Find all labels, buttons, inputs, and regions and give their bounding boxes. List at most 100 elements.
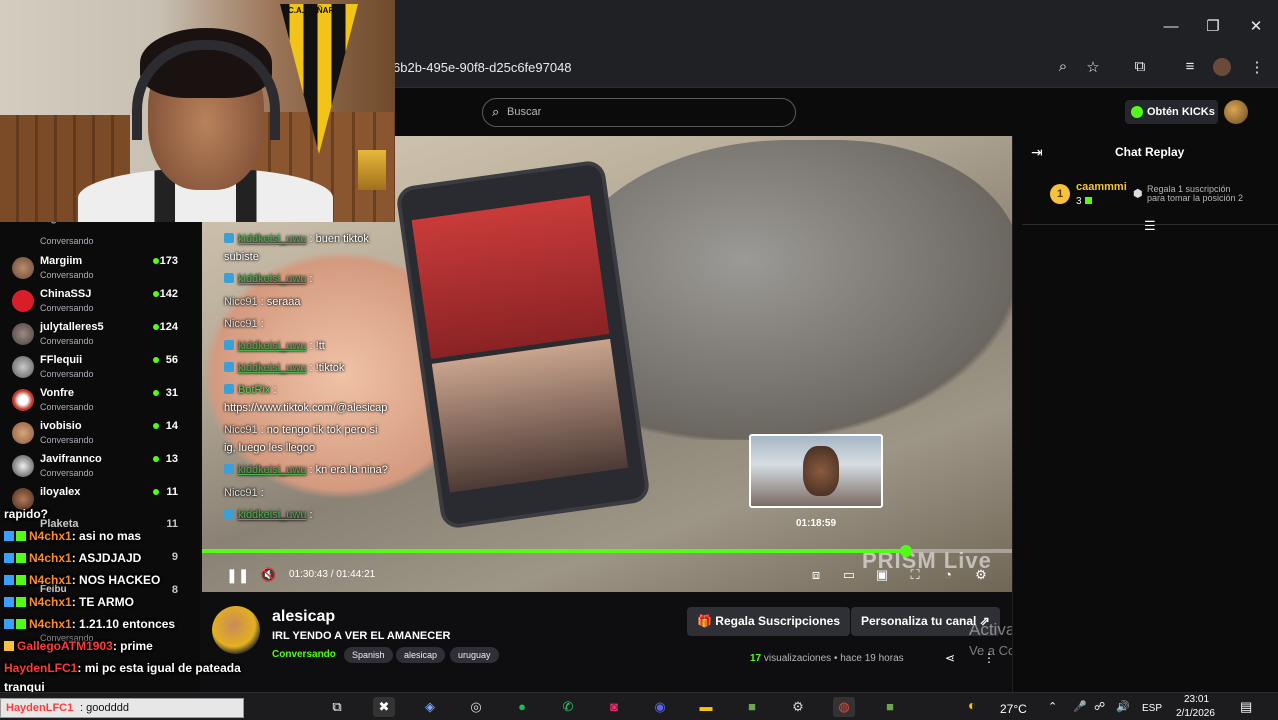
browser-menu-icon[interactable]: ⋮: [1246, 58, 1268, 78]
chat-input-user: HaydenLFC1: [6, 702, 74, 714]
minecraft-icon[interactable]: ■: [741, 697, 763, 717]
avatar[interactable]: [12, 257, 34, 279]
url-text[interactable]: 6b2b-495e-90f8-d25c6fe97048: [393, 60, 572, 75]
close-window-button[interactable]: ✕: [1241, 14, 1271, 40]
chat-input-text[interactable]: : goodddd: [80, 702, 129, 714]
share-icon[interactable]: ⋖: [945, 651, 955, 665]
sidebar-item-javifrannco[interactable]: Javifrannco: [40, 453, 102, 465]
sidebar-item-ivobisio[interactable]: ivobisio: [40, 420, 82, 432]
tag-chip[interactable]: Spanish: [344, 647, 393, 663]
xbox-icon[interactable]: ✖: [373, 697, 395, 717]
progress-bar-fill: [202, 549, 906, 553]
kick-coin-icon: [1084, 197, 1092, 204]
weather-temp[interactable]: 27°C: [1000, 702, 1027, 716]
video-chat-line: https://www.tiktok.com/@alesicap: [224, 402, 388, 414]
video-chat-line: Nicc91 : seraaa: [224, 296, 301, 308]
progress-bar-knob[interactable]: [899, 545, 912, 557]
file-explorer-icon[interactable]: ▬: [695, 697, 717, 717]
whatsapp-icon[interactable]: ✆: [557, 697, 579, 717]
seek-preview-time: 01:18:59: [796, 518, 837, 529]
streamer-name[interactable]: alesicap: [272, 608, 335, 626]
sidebar-item-sub: Conversando: [40, 369, 94, 379]
viewer-count: 142: [159, 288, 178, 300]
zoom-search-icon[interactable]: ⌕: [1052, 58, 1074, 78]
avatar[interactable]: [12, 290, 34, 312]
extensions-icon[interactable]: ⧉: [1129, 58, 1151, 78]
top-gifter-count: 3: [1076, 196, 1092, 207]
tag-chip[interactable]: alesicap: [396, 647, 446, 663]
avatar[interactable]: [12, 422, 34, 444]
search-placeholder: Buscar: [507, 106, 542, 118]
spotify-icon[interactable]: ●: [511, 697, 533, 717]
app-icon[interactable]: ◈: [419, 697, 441, 717]
get-kicks-button[interactable]: Obtén KICKs: [1125, 100, 1218, 124]
viewer-count: 31: [165, 387, 178, 399]
sidebar-item-sub: Conversando: [40, 435, 94, 445]
tag-chip[interactable]: uruguay: [450, 647, 499, 663]
tray-chevron-icon[interactable]: ⌃: [1048, 700, 1057, 713]
search-input[interactable]: ⌕ Buscar: [482, 98, 796, 127]
views-info: 17 visualizaciones • hace 19 horas: [750, 653, 904, 664]
viewer-count: 9: [171, 551, 178, 563]
weather-icon[interactable]: ◐: [968, 697, 976, 713]
taskbar-date[interactable]: 2/1/2026: [1176, 708, 1215, 719]
avatar[interactable]: [12, 356, 34, 378]
instagram-icon[interactable]: ◙: [603, 697, 625, 717]
gift-prompt-line2[interactable]: para tomar la posición 2: [1147, 193, 1243, 203]
mute-icon[interactable]: 🔇: [260, 567, 276, 583]
speed-icon[interactable]: ◔: [938, 567, 958, 582]
sidebar-item-iloyalex[interactable]: iloyalex: [40, 486, 80, 498]
chrome-icon[interactable]: ◍: [833, 697, 855, 717]
notification-icon[interactable]: ▤: [1240, 699, 1252, 715]
obs-icon[interactable]: ◎: [465, 697, 487, 717]
avatar[interactable]: [12, 389, 34, 411]
discord-icon[interactable]: ◉: [649, 697, 671, 717]
sidebar-item-fflequii[interactable]: FFlequii: [40, 354, 82, 366]
theater-icon[interactable]: ▭: [839, 567, 859, 583]
language-indicator[interactable]: ESP: [1142, 703, 1162, 714]
profile-avatar-icon[interactable]: [1213, 58, 1231, 76]
fullscreen-icon[interactable]: ⛶: [905, 567, 925, 583]
pause-icon[interactable]: ❚❚: [226, 567, 249, 584]
stream-category[interactable]: Conversando: [272, 649, 336, 660]
collapse-chat-icon[interactable]: ⇥: [1031, 144, 1043, 161]
webcam-overlay: C.A. PEÑAROL: [0, 0, 395, 222]
taskbar-time[interactable]: 23:01: [1184, 694, 1209, 705]
sidebar-item-chinassj[interactable]: ChinaSSJ: [40, 288, 91, 300]
sidebar-item-sub: Conversando: [40, 236, 94, 246]
network-icon[interactable]: ☍: [1094, 700, 1105, 713]
viewer-count: 11: [166, 486, 178, 498]
streamer-avatar[interactable]: [212, 606, 260, 654]
microphone-icon[interactable]: 🎤: [1073, 700, 1087, 713]
video-chat-line: kiddkeisi_uwu : kn era la nina?: [224, 464, 388, 476]
minecraft-launcher-icon[interactable]: ■: [879, 697, 901, 717]
avatar[interactable]: [12, 455, 34, 477]
user-avatar[interactable]: [1224, 100, 1248, 124]
seek-preview-thumbnail: [749, 434, 883, 508]
clip-icon[interactable]: ⧈: [806, 567, 826, 583]
avatar[interactable]: [12, 323, 34, 345]
video-chat-line: subiste: [224, 251, 259, 263]
volume-icon[interactable]: 🔊: [1116, 700, 1130, 713]
sidebar-item-sub: Conversando: [40, 468, 94, 478]
miniplayer-icon[interactable]: ▣: [872, 567, 892, 583]
gift-subs-button[interactable]: 🎁 Regala Suscripciones: [687, 607, 851, 636]
video-chat-line: Nicc91 :: [224, 487, 264, 499]
viewer-count: 13: [165, 453, 178, 465]
sidebar-item-margiim[interactable]: Margiim: [40, 255, 82, 267]
video-chat-line: Nicc91 :: [224, 318, 264, 330]
gift-sub-icon: ⬢: [1133, 188, 1143, 200]
viewer-count: 14: [165, 420, 178, 432]
overlay-chat-line: N4chx1: asi no mas: [4, 529, 141, 543]
expand-leaderboard-icon[interactable]: ☰: [1144, 218, 1156, 234]
sidebar-item-julytalleres5[interactable]: julytalleres5: [40, 321, 104, 333]
top-gifter-name[interactable]: caammmi: [1076, 181, 1127, 193]
task-view-icon[interactable]: ⧉: [326, 697, 348, 717]
settings-gear-icon[interactable]: ⚙: [971, 567, 991, 583]
media-control-icon[interactable]: ≡: [1179, 58, 1201, 78]
bookmark-star-icon[interactable]: ☆: [1082, 58, 1104, 78]
maximize-button[interactable]: ❐: [1198, 14, 1228, 40]
minimize-button[interactable]: —: [1156, 14, 1186, 40]
steam-icon[interactable]: ⚙: [787, 697, 809, 717]
sidebar-item-vonfre[interactable]: Vonfre: [40, 387, 74, 399]
